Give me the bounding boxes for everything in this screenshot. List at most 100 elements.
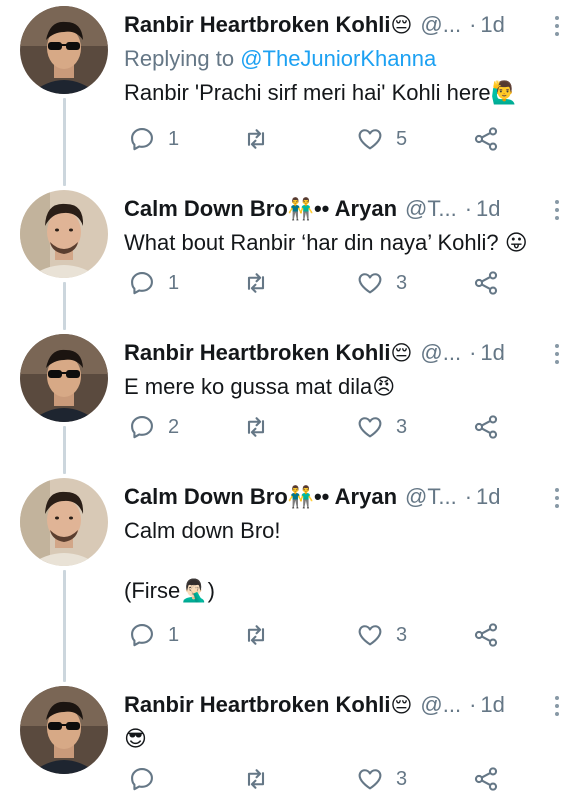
share-button[interactable] [472,412,500,442]
more-options-icon[interactable] [550,12,564,40]
display-name[interactable]: Ranbir Heartbroken Kohli [124,690,390,720]
avatar-ranbir[interactable] [20,334,108,422]
avatar-ranbir[interactable] [20,686,108,774]
reply-button[interactable]: 1 [128,268,179,298]
display-name[interactable]: Ranbir Heartbroken Kohli [124,10,390,40]
like-count: 3 [396,767,408,790]
tweet-actions: 2 3 [124,412,564,442]
heart-icon [358,769,382,790]
replying-to: Replying to @TheJuniorKhanna [124,44,564,74]
like-count: 3 [396,623,408,646]
user-handle[interactable]: @... [420,10,461,40]
separator-dot: · [464,196,473,221]
share-button[interactable] [472,124,500,154]
share-button[interactable] [472,268,500,298]
display-name-suffix[interactable]: •• Aryan [314,482,397,512]
name-emoji: 👬 [287,485,314,509]
reply-button[interactable]: 1 [128,124,179,154]
share-icon [474,271,498,295]
heart-icon [358,625,382,646]
tweet-actions: 1 3 [124,620,564,650]
user-handle[interactable]: @T... [405,194,457,224]
reply-icon [131,416,153,439]
separator-dot: · [469,340,477,365]
timestamp[interactable]: 1d [480,10,504,40]
avatar-ranbir-image [20,6,108,94]
reply-icon [131,128,153,151]
reply-icon [131,624,153,647]
user-handle[interactable]: @... [420,690,461,720]
tweet[interactable]: Calm Down Bro 👬 •• Aryan @T... · 1d Calm… [0,478,588,662]
like-button[interactable]: 3 [356,268,407,298]
retweet-icon [247,625,265,645]
display-name-suffix[interactable]: •• Aryan [314,194,397,224]
tweet-text: 😎 [124,726,147,751]
like-button[interactable]: 3 [356,764,407,794]
reply-button[interactable]: 2 [128,412,179,442]
retweet-button[interactable] [242,764,282,794]
display-name[interactable]: Calm Down Bro [124,482,288,512]
retweet-icon [247,273,265,293]
retweet-button[interactable] [242,620,282,650]
avatar-ranbir[interactable] [20,6,108,94]
display-name[interactable]: Ranbir Heartbroken Kohli [124,338,390,368]
tweet-text: What bout Ranbir ‘har din naya’ Kohli? 😛 [124,230,528,255]
share-icon [474,623,498,647]
retweet-icon [247,769,265,789]
reply-icon [131,272,153,295]
like-button[interactable]: 5 [356,124,407,154]
tweet-text: Ranbir 'Prachi sirf meri hai' Kohli here… [124,80,519,105]
avatar-ranbir-image [20,686,108,774]
name-emoji: 😔 [390,13,413,37]
more-options-icon[interactable] [550,484,564,512]
retweet-icon [247,417,265,437]
reply-button[interactable]: 1 [128,620,179,650]
more-options-icon[interactable] [550,196,564,224]
more-options-icon[interactable] [550,340,564,368]
retweet-button[interactable] [242,268,282,298]
avatar-aryan[interactable] [20,190,108,278]
name-emoji: 👬 [287,197,314,221]
name-emoji: 😔 [390,341,413,365]
timestamp[interactable]: 1d [476,194,500,224]
avatar-aryan[interactable] [20,478,108,566]
user-handle[interactable]: @... [420,338,461,368]
tweet-header: Ranbir Heartbroken Kohli 😔 @... · 1d [124,338,564,368]
more-options-icon[interactable] [550,692,564,720]
share-icon [474,767,498,791]
share-icon [474,415,498,439]
tweet-actions: 1 3 [124,268,564,298]
tweet-header: Ranbir Heartbroken Kohli 😔 @... · 1d [124,10,564,40]
separator-dot: · [464,484,473,509]
reply-count: 1 [168,271,180,294]
like-button[interactable]: 3 [356,412,407,442]
display-name[interactable]: Calm Down Bro [124,194,288,224]
reply-count: 1 [168,127,180,150]
heart-icon [358,129,382,150]
timestamp[interactable]: 1d [480,690,504,720]
user-handle[interactable]: @T... [405,482,457,512]
tweet-text: E mere ko gussa mat dila😠 [124,374,396,399]
name-emoji: 😔 [390,693,413,717]
timestamp[interactable]: 1d [476,482,500,512]
separator-dot: · [469,12,477,37]
avatar-aryan-image [20,190,108,278]
heart-icon [358,417,382,438]
timestamp[interactable]: 1d [480,338,504,368]
tweet[interactable]: Ranbir Heartbroken Kohli 😔 @... · 1d 😎 3 [0,686,588,800]
retweet-icon [247,129,265,149]
like-button[interactable]: 3 [356,620,407,650]
share-button[interactable] [472,620,500,650]
share-button[interactable] [472,764,500,794]
like-count: 5 [396,127,408,150]
separator-dot: · [469,692,477,717]
retweet-button[interactable] [242,412,282,442]
tweet[interactable]: Ranbir Heartbroken Kohli 😔 @... · 1d Rep… [0,6,588,166]
heart-icon [358,273,382,294]
reply-button[interactable] [128,764,168,794]
retweet-button[interactable] [242,124,282,154]
replying-to-mention[interactable]: @TheJuniorKhanna [240,46,436,71]
tweet[interactable]: Calm Down Bro 👬 •• Aryan @T... · 1d What… [0,190,588,310]
tweet[interactable]: Ranbir Heartbroken Kohli 😔 @... · 1d E m… [0,334,588,454]
replying-to-prefix: Replying to [124,46,241,71]
